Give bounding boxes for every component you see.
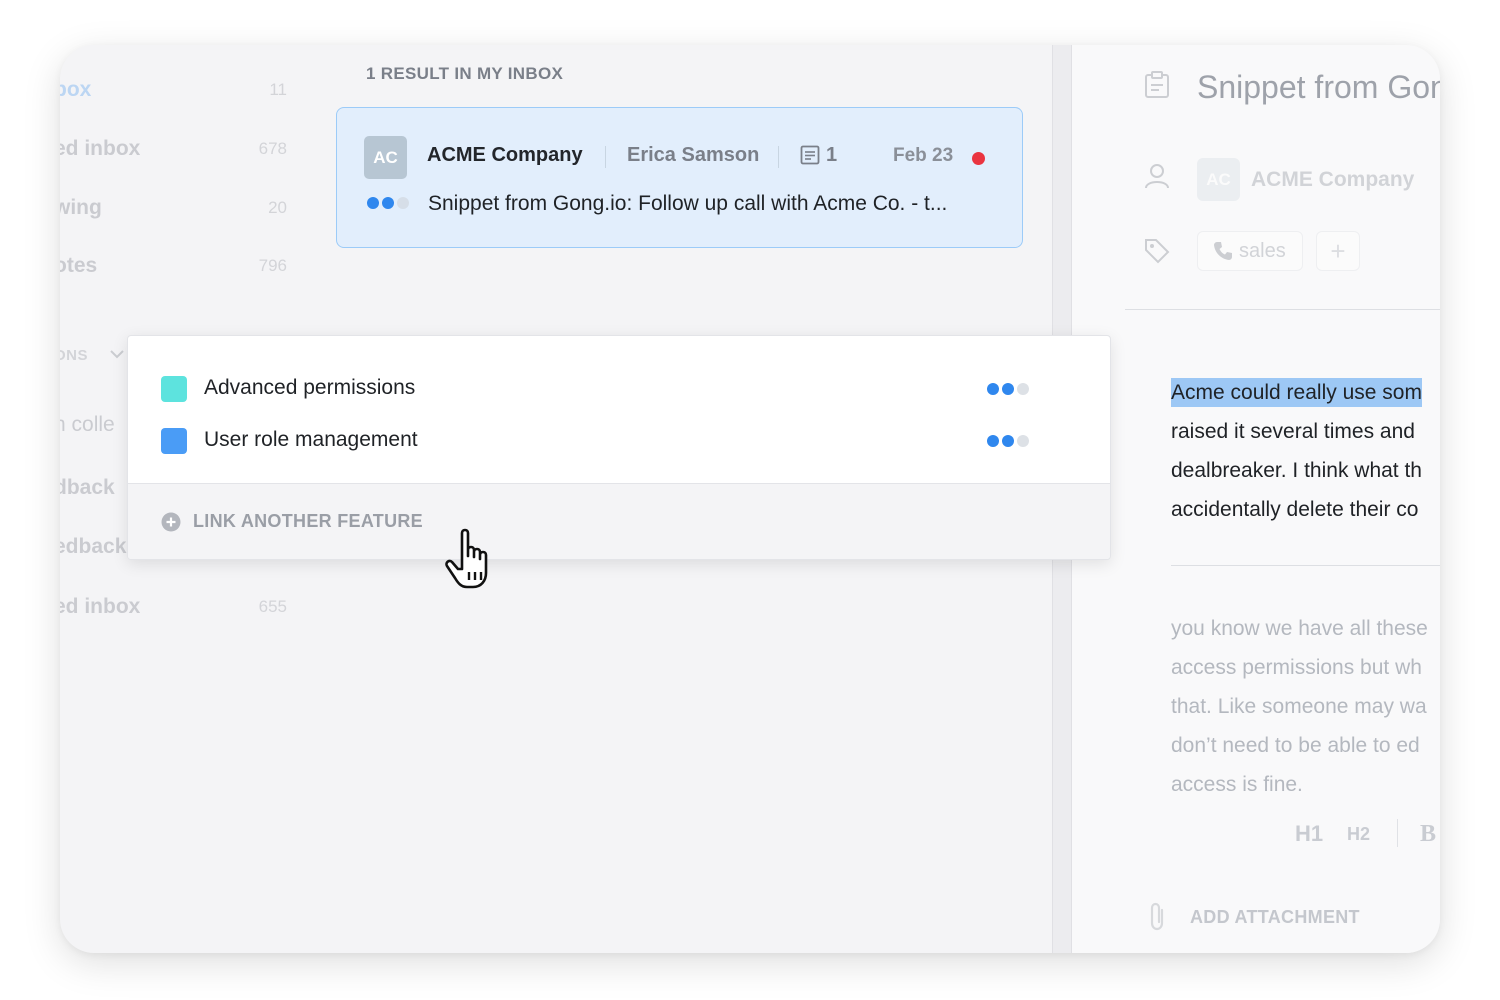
unread-indicator [972,152,985,165]
sidebar-item-notes[interactable]: otes 796 [60,251,290,281]
divider [778,146,779,168]
sidebar-item-count: 678 [258,139,287,158]
sidebar-section-label: ONS [60,347,89,364]
link-another-feature-label: LINK ANOTHER FEATURE [193,511,423,531]
result-person: Erica Samson [627,144,760,166]
priority-dot [382,197,394,209]
sidebar-item-shared-inbox[interactable]: ed inbox 678 [60,134,290,164]
note-line: dealbreaker. I think what th [1171,459,1422,482]
note-count: 1 [826,144,838,166]
note-line: raised it several times and [1171,420,1415,443]
priority-dot [397,197,409,209]
plus-circle-icon [161,512,181,532]
feature-label: User role management [204,428,418,451]
priority-dot [987,383,999,395]
feature-row[interactable]: User role management [128,421,1110,461]
sidebar-item-inbox[interactable]: box 11 [60,75,290,105]
transcript-line: don’t need to be able to ed [1171,734,1420,757]
heading1-button[interactable]: H1 [1295,821,1323,847]
note-icon [800,145,820,165]
tag-chip[interactable]: sales [1197,231,1303,271]
priority-indicator[interactable] [987,435,1029,447]
sidebar-item-count: 20 [268,198,287,217]
clipboard-icon [1145,71,1169,98]
detail-panel: Snippet from Gon AC ACME Company sales +… [1072,45,1440,953]
transcript-text: you know we have all these access permis… [1171,609,1428,804]
detail-avatar: AC [1197,158,1240,201]
result-company: ACME Company [427,144,583,166]
sidebar-item-count: 655 [258,597,287,616]
feature-row[interactable]: Advanced permissions [128,369,1110,409]
priority-dot [367,197,379,209]
divider [1171,565,1440,566]
add-tag-button[interactable]: + [1316,231,1360,271]
sidebar-item-label: ed inbox [60,137,141,160]
detail-company[interactable]: ACME Company [1251,168,1414,192]
result-snippet: Snippet from Gong.io: Follow up call wit… [428,192,948,215]
sidebar-item-count: 796 [258,256,287,275]
paperclip-icon [1150,902,1164,931]
chevron-down-icon[interactable] [109,348,125,360]
sidebar-item-following[interactable]: wing 20 [60,193,290,223]
result-date: Feb 23 [893,145,954,166]
highlighted-text: Acme could really use som [1171,378,1422,407]
feature-color-swatch [161,376,187,402]
result-card[interactable]: AC ACME Company Erica Samson 1 Feb 23 Sn… [336,107,1023,248]
link-another-feature-button[interactable]: LINK ANOTHER FEATURE [128,483,1110,559]
priority-dot [1002,435,1014,447]
transcript-line: access is fine. [1171,773,1303,796]
sidebar-item-label: wing [60,196,102,219]
divider [1125,309,1440,310]
sidebar-item-archived-inbox[interactable]: ed inbox 655 [60,592,290,622]
phone-icon [1214,242,1232,260]
toolbar-divider [1397,819,1398,847]
priority-dot [1017,383,1029,395]
transcript-line: that. Like someone may wa [1171,695,1427,718]
sidebar-item-label: box [60,78,92,101]
priority-dot [1017,435,1029,447]
divider [605,146,606,168]
feature-label: Advanced permissions [204,376,416,399]
heading2-button[interactable]: H2 [1347,824,1370,845]
sidebar-item-label: h colle [60,413,115,436]
tag-label: sales [1239,240,1286,262]
priority-indicator [367,197,409,209]
detail-title[interactable]: Snippet from Gon [1197,69,1440,106]
sidebar-item-count: 11 [269,80,287,99]
note-text[interactable]: Acme could really use som raised it seve… [1171,373,1422,529]
tag-icon [1145,239,1170,264]
add-attachment-button[interactable]: ADD ATTACHMENT [1190,907,1360,928]
link-feature-popover: Advanced permissions User role managemen… [127,335,1111,560]
priority-dot [987,435,999,447]
sidebar-item-label: edback [60,535,127,558]
hand-pointer-cursor-icon [445,528,488,589]
sidebar-item-label: dback [60,476,115,499]
priority-indicator[interactable] [987,383,1029,395]
sidebar-item-label: ed inbox [60,595,141,618]
note-line: accidentally delete their co [1171,498,1419,521]
priority-dot [1002,383,1014,395]
bold-button[interactable]: B [1420,821,1436,848]
person-icon [1145,164,1169,189]
results-header: 1 RESULT IN MY INBOX [366,64,564,83]
sidebar-item-label: otes [60,254,98,277]
transcript-line: access permissions but wh [1171,656,1422,679]
avatar: AC [364,136,407,179]
transcript-line: you know we have all these [1171,617,1428,640]
feature-color-swatch [161,428,187,454]
